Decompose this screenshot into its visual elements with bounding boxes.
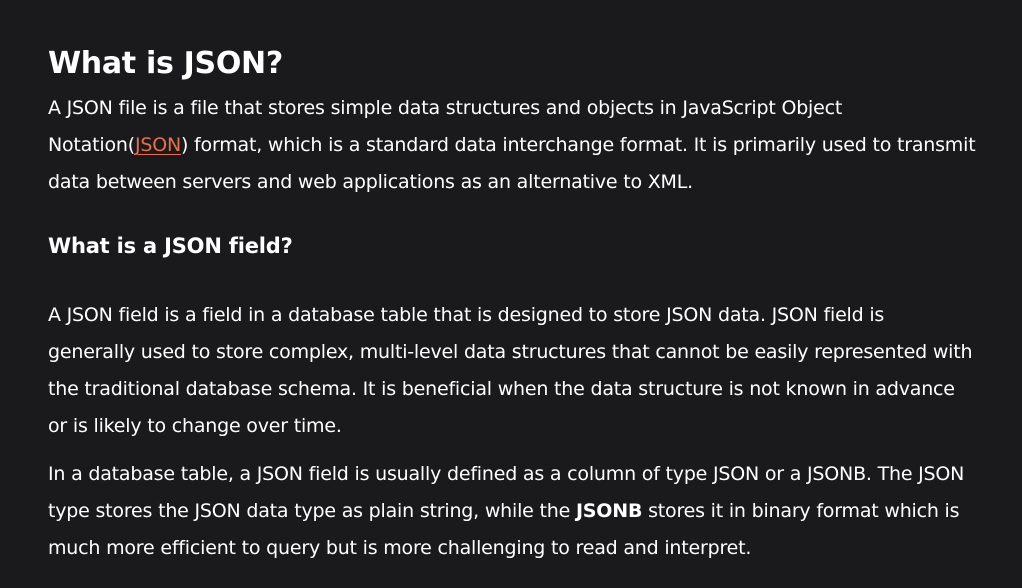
json-link[interactable]: JSON <box>135 134 181 156</box>
json-field-paragraph: A JSON field is a field in a database ta… <box>48 304 973 437</box>
section-heading: What is a JSON field? <box>48 234 293 258</box>
intro-paragraph: A JSON file is a file that stores simple… <box>48 90 976 201</box>
intro-text-after-link: ) format, which is a standard data inter… <box>48 134 976 193</box>
page-title: What is JSON? <box>48 46 283 81</box>
jsonb-strong-term: JSONB <box>575 500 643 522</box>
article-content: What is JSON? A JSON file is a file that… <box>0 0 1022 588</box>
json-vs-jsonb-paragraph: In a database table, a JSON field is usu… <box>48 456 976 567</box>
